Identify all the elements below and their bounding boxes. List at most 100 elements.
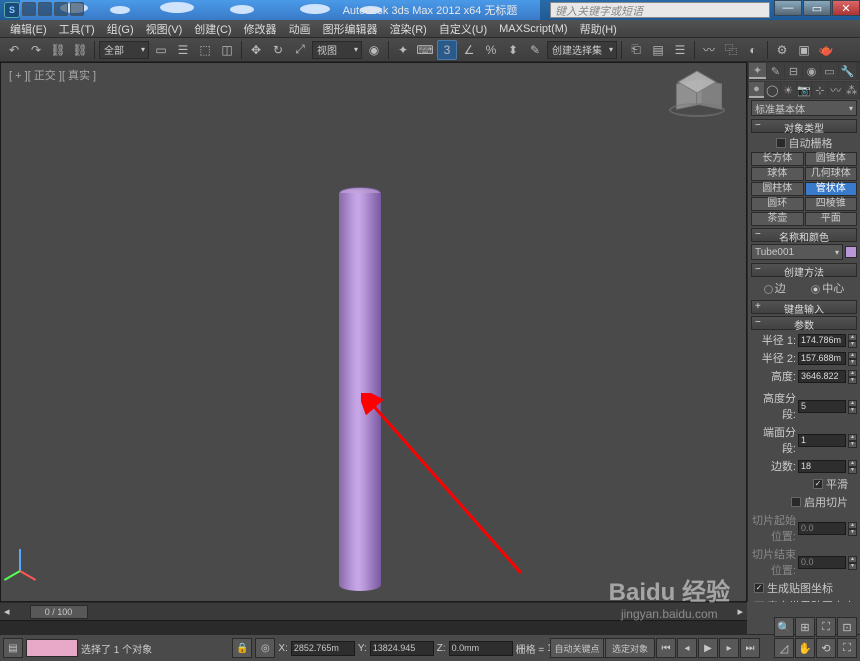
menu-help[interactable]: 帮助(H) (574, 21, 623, 37)
type-teapot[interactable]: 茶壶 (751, 212, 804, 226)
select-rotate-icon[interactable]: ↻ (268, 40, 288, 60)
real-world-checkbox[interactable] (754, 601, 764, 602)
center-radio[interactable] (811, 285, 820, 294)
smooth-checkbox[interactable] (813, 479, 823, 489)
type-geosphere[interactable]: 几何球体 (805, 167, 858, 181)
sides-spin-buttons[interactable]: ▲▼ (848, 460, 857, 473)
menu-customize[interactable]: 自定义(U) (433, 21, 493, 37)
close-button[interactable]: ✕ (832, 0, 860, 16)
viewport-label[interactable]: [ + ][ 正交 ][ 真实 ] (9, 67, 96, 83)
undo-icon[interactable]: ↶ (4, 40, 24, 60)
radius1-spinner[interactable]: 174.786m (798, 334, 846, 347)
select-scale-icon[interactable]: ⤢ (290, 40, 310, 60)
spinner-snap-icon[interactable]: ⬍ (503, 40, 523, 60)
rollout-name-color[interactable]: 名称和颜色 (751, 228, 857, 242)
type-box[interactable]: 长方体 (751, 152, 804, 166)
edit-named-sel-icon[interactable]: ✎ (525, 40, 545, 60)
next-frame-icon[interactable]: ▸ (719, 638, 739, 658)
pivot-center-icon[interactable]: ◉ (364, 40, 384, 60)
edge-radio[interactable] (764, 285, 773, 294)
layer-manager-icon[interactable]: ☰ (670, 40, 690, 60)
motion-tab-icon[interactable]: ◉ (803, 63, 820, 79)
coord-x-field[interactable]: 2852.765m (291, 641, 355, 656)
menu-tools[interactable]: 工具(T) (53, 21, 101, 37)
lock-selection-icon[interactable]: 🔒 (232, 638, 252, 658)
maximize-button[interactable]: ▭ (803, 0, 831, 16)
auto-key-button[interactable]: 自动关键点 (550, 638, 604, 658)
type-cone[interactable]: 圆锥体 (805, 152, 858, 166)
zoom-icon[interactable]: 🔍 (774, 617, 794, 637)
manipulate-icon[interactable]: ✦ (393, 40, 413, 60)
gen-map-checkbox[interactable] (754, 583, 764, 593)
track-bar[interactable] (0, 620, 747, 634)
rollout-parameters[interactable]: 参数 (751, 316, 857, 330)
height-segs-spin-buttons[interactable]: ▲▼ (848, 400, 857, 413)
slice-on-checkbox[interactable] (791, 497, 801, 507)
percent-snap-icon[interactable]: % (481, 40, 501, 60)
height-segs-spinner[interactable]: 5 (798, 400, 846, 413)
display-tab-icon[interactable]: ▭ (821, 63, 838, 79)
keyboard-shortcut-icon[interactable]: ⌨ (415, 40, 435, 60)
window-crossing-icon[interactable]: ◫ (217, 40, 237, 60)
max-toggle-icon[interactable]: ⛶ (837, 638, 857, 658)
hierarchy-tab-icon[interactable]: ⊟ (785, 63, 802, 79)
material-editor-icon[interactable]: ◐ (743, 40, 763, 60)
angle-snap-icon[interactable]: ∠ (459, 40, 479, 60)
minimize-button[interactable]: — (774, 0, 802, 16)
help-search-input[interactable]: 键入关键字或短语 (550, 2, 770, 18)
category-combo[interactable]: 标准基本体 (751, 100, 857, 116)
time-slider-handle[interactable]: 0 / 100 (30, 605, 88, 619)
viewport[interactable]: [ + ][ 正交 ][ 真实 ] (0, 62, 747, 602)
systems-cat-icon[interactable]: ⁂ (844, 82, 859, 98)
radius2-spinner[interactable]: 157.688m (798, 352, 846, 365)
zoom-extents-all-icon[interactable]: ⊡ (837, 617, 857, 637)
viewcube[interactable] (676, 73, 718, 115)
menu-rendering[interactable]: 渲染(R) (384, 21, 433, 37)
type-sphere[interactable]: 球体 (751, 167, 804, 181)
utilities-tab-icon[interactable]: 🔧 (839, 63, 856, 79)
menu-modifiers[interactable]: 修改器 (238, 21, 283, 37)
cylinder-object[interactable] (339, 187, 381, 597)
link-icon[interactable]: ⛓ (48, 40, 68, 60)
coord-z-field[interactable]: 0.0mm (449, 641, 513, 656)
menu-group[interactable]: 组(G) (101, 21, 140, 37)
sides-spinner[interactable]: 18 (798, 460, 846, 473)
type-pyramid[interactable]: 四棱锥 (805, 197, 858, 211)
snap-toggle-icon[interactable]: 3 (437, 40, 457, 60)
radius2-spin-buttons[interactable]: ▲▼ (848, 352, 857, 365)
cap-segs-spin-buttons[interactable]: ▲▼ (848, 434, 857, 447)
modify-tab-icon[interactable]: ✎ (767, 63, 784, 79)
type-torus[interactable]: 圆环 (751, 197, 804, 211)
object-color-swatch[interactable] (845, 246, 857, 258)
type-cylinder[interactable]: 圆柱体 (751, 182, 804, 196)
menu-create[interactable]: 创建(C) (188, 21, 237, 37)
selected-combo[interactable]: 选定对象 (605, 638, 655, 658)
align-icon[interactable]: ▤ (648, 40, 668, 60)
menu-graph-editors[interactable]: 图形编辑器 (317, 21, 384, 37)
height-spin-buttons[interactable]: ▲▼ (848, 370, 857, 383)
lights-cat-icon[interactable]: ☀ (781, 82, 796, 98)
qa-save-icon[interactable] (38, 2, 52, 16)
timeslider-prev-icon[interactable]: ◂ (4, 605, 10, 618)
menu-maxscript[interactable]: MAXScript(M) (493, 23, 573, 35)
rollout-creation-method[interactable]: 创建方法 (751, 263, 857, 277)
unlink-icon[interactable]: ⛓ (70, 40, 90, 60)
type-plane[interactable]: 平面 (805, 212, 858, 226)
rollout-keyboard-entry[interactable]: 键盘输入 (751, 300, 857, 314)
isolate-icon[interactable]: ◎ (255, 638, 275, 658)
select-by-name-icon[interactable]: ☰ (173, 40, 193, 60)
mirror-icon[interactable]: ⎗ (626, 40, 646, 60)
rendered-frame-icon[interactable]: ▣ (794, 40, 814, 60)
radius1-spin-buttons[interactable]: ▲▼ (848, 334, 857, 347)
menu-animation[interactable]: 动画 (283, 21, 317, 37)
zoom-extents-icon[interactable]: ⛶ (816, 617, 836, 637)
cameras-cat-icon[interactable]: 📷 (797, 82, 812, 98)
render-production-icon[interactable]: 🫖 (816, 40, 836, 60)
pan-icon[interactable]: ✋ (795, 638, 815, 658)
create-tab-icon[interactable]: ✦ (749, 63, 766, 79)
rollout-object-type[interactable]: 对象类型 (751, 119, 857, 133)
type-tube[interactable]: 管状体 (805, 182, 858, 196)
render-setup-icon[interactable]: ⚙ (772, 40, 792, 60)
object-name-field[interactable]: Tube001 (751, 244, 843, 260)
maxscript-mini-icon[interactable]: ▤ (3, 638, 23, 658)
